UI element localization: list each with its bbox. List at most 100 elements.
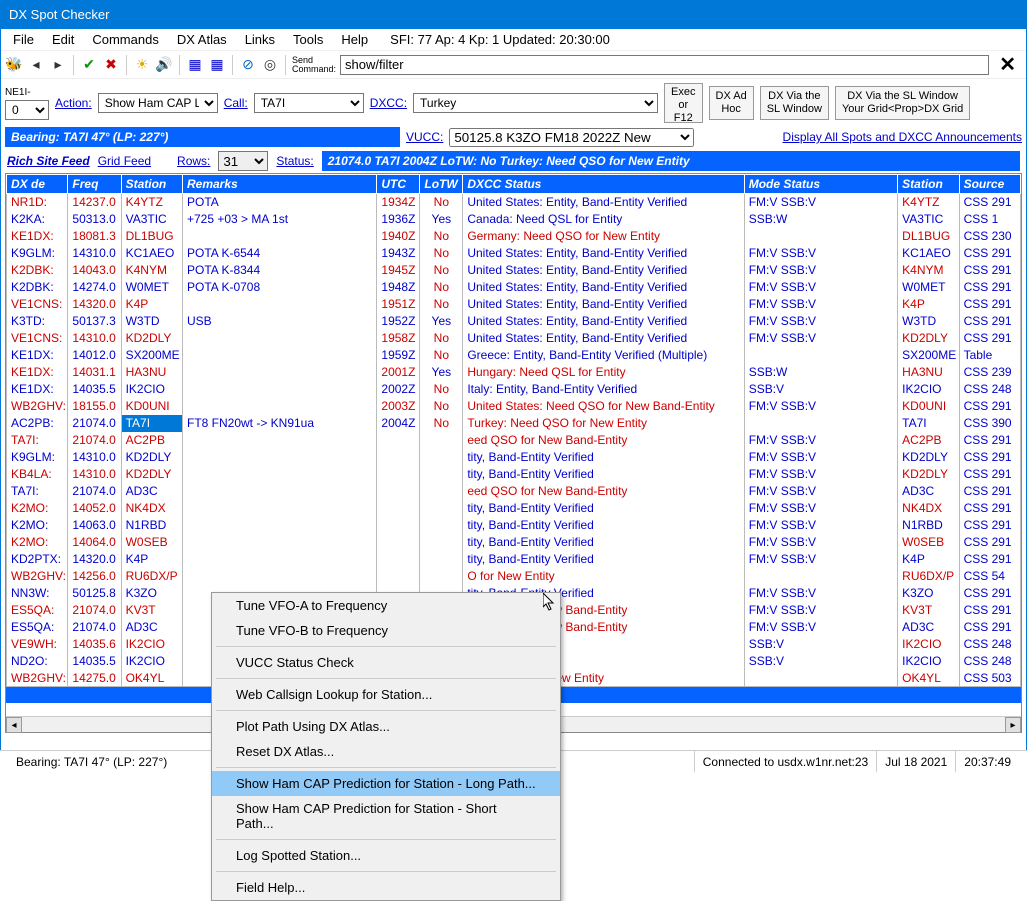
column-header[interactable]: Source <box>959 175 1020 194</box>
context-menu-item[interactable]: Web Callsign Lookup for Station... <box>212 682 560 707</box>
grid-container: DX deFreqStationRemarksUTCLoTWDXCC Statu… <box>5 173 1022 733</box>
dxcc-select[interactable]: Turkey <box>413 93 658 113</box>
vucc-label[interactable]: VUCC: <box>406 130 443 144</box>
table-row[interactable]: K2MO:14052.0NK4DXtity, Band-Entity Verif… <box>7 500 1021 517</box>
dx-via-sl-button[interactable]: DX Via the SL Window <box>760 86 829 120</box>
divider <box>179 55 180 75</box>
table-row[interactable]: K3TD:50137.3W3TDUSB1952ZYesUnited States… <box>7 313 1021 330</box>
context-menu-item[interactable]: Field Help... <box>212 875 560 900</box>
check-red-icon[interactable]: ✖ <box>102 56 120 74</box>
status-connected: Connected to usdx.w1nr.net:23 <box>694 751 876 772</box>
table-row[interactable]: KE1DX:14035.5IK2CIO2002ZNoItaly: Entity,… <box>7 381 1021 398</box>
grid1-icon[interactable]: ▦ <box>186 56 204 74</box>
table-row[interactable]: AC2PB:21074.0TA7IFT8 FN20wt -> KN91ua200… <box>7 415 1021 432</box>
grid-feed-link[interactable]: Grid Feed <box>98 154 151 168</box>
table-row[interactable]: KD2PTX:14320.0K4Ptity, Band-Entity Verif… <box>7 551 1021 568</box>
dx-ad-hoc-button[interactable]: DX Ad Hoc <box>709 86 754 120</box>
table-row[interactable]: NR1D:14237.0K4YTZPOTA1934ZNoUnited State… <box>7 194 1021 211</box>
menu-file[interactable]: File <box>5 32 42 47</box>
menu-separator <box>216 678 556 679</box>
context-menu-item[interactable]: Show Ham CAP Prediction for Station - Sh… <box>212 796 560 836</box>
table-row[interactable]: K9GLM:14310.0KC1AEOPOTA K-65441943ZNoUni… <box>7 245 1021 262</box>
speaker-icon[interactable]: 🔊 <box>155 56 173 74</box>
menu-dxatlas[interactable]: DX Atlas <box>169 32 235 47</box>
context-menu: Tune VFO-A to FrequencyTune VFO-B to Fre… <box>211 592 561 901</box>
command-input[interactable] <box>340 55 989 75</box>
sun-icon[interactable]: ☀ <box>133 56 151 74</box>
target-icon[interactable]: ◎ <box>261 56 279 74</box>
rows-label[interactable]: Rows: <box>177 154 210 168</box>
rich-site-feed-link[interactable]: Rich Site Feed <box>7 154 90 168</box>
menu-help[interactable]: Help <box>333 32 376 47</box>
table-row[interactable]: K2DBK:14043.0K4NYMPOTA K-83441945ZNoUnit… <box>7 262 1021 279</box>
send-command-label: Send Command: <box>292 56 336 74</box>
bee-icon[interactable]: 🐝 <box>5 56 23 74</box>
menu-links[interactable]: Links <box>237 32 283 47</box>
table-row[interactable]: K2KA:50313.0VA3TIC+725 +03 > MA 1st1936Z… <box>7 211 1021 228</box>
call-label[interactable]: Call: <box>224 96 248 110</box>
scroll-left-arrow[interactable]: ◂ <box>6 717 22 733</box>
dx-via-sl-grid-button[interactable]: DX Via the SL Window Your Grid<Prop>DX G… <box>835 86 970 120</box>
window-title: DX Spot Checker <box>1 1 1026 29</box>
status-date: Jul 18 2021 <box>876 751 955 772</box>
menu-edit[interactable]: Edit <box>44 32 82 47</box>
context-menu-item[interactable]: Tune VFO-B to Frequency <box>212 618 560 643</box>
menu-separator <box>216 767 556 768</box>
scroll-right-arrow[interactable]: ▸ <box>1005 717 1021 733</box>
vucc-select[interactable]: 50125.8 K3ZO FM18 2022Z New <box>449 128 694 147</box>
column-header[interactable]: DXCC Status <box>463 175 744 194</box>
divider <box>232 55 233 75</box>
table-row[interactable]: WB2GHV:14256.0RU6DX/PO for New EntityRU6… <box>7 568 1021 585</box>
table-row[interactable]: K2MO:14064.0W0SEBtity, Band-Entity Verif… <box>7 534 1021 551</box>
nav-right-icon[interactable]: ▸ <box>49 56 67 74</box>
grid2-icon[interactable]: ▦ <box>208 56 226 74</box>
table-row[interactable]: TA7I:21074.0AC2PBeed QSO for New Band-En… <box>7 432 1021 449</box>
table-row[interactable]: VE1CNS:14310.0KD2DLY1958ZNoUnited States… <box>7 330 1021 347</box>
menu-status: SFI: 77 Ap: 4 Kp: 1 Updated: 20:30:00 <box>390 32 610 47</box>
menu-tools[interactable]: Tools <box>285 32 331 47</box>
table-row[interactable]: WB2GHV:18155.0KD0UNI2003ZNoUnited States… <box>7 398 1021 415</box>
call-select[interactable]: TA7I <box>254 93 364 113</box>
table-row[interactable]: KE1DX:14012.0SX200ME1959ZNoGreece: Entit… <box>7 347 1021 364</box>
table-row[interactable]: KE1DX:14031.1HA3NU2001ZYesHungary: Need … <box>7 364 1021 381</box>
exec-button[interactable]: Exec or F12 <box>664 83 702 123</box>
globe-icon[interactable]: ⊘ <box>239 56 257 74</box>
table-row[interactable]: K2MO:14063.0N1RBDtity, Band-Entity Verif… <box>7 517 1021 534</box>
table-row[interactable]: K9GLM:14310.0KD2DLYtity, Band-Entity Ver… <box>7 449 1021 466</box>
display-all-link[interactable]: Display All Spots and DXCC Announcements <box>783 130 1022 144</box>
menu-commands[interactable]: Commands <box>84 32 166 47</box>
column-header[interactable]: Remarks <box>182 175 376 194</box>
nav-left-icon[interactable]: ◂ <box>27 56 45 74</box>
context-menu-item[interactable]: Reset DX Atlas... <box>212 739 560 764</box>
dxcc-label[interactable]: DXCC: <box>370 96 407 110</box>
ne1i-select[interactable]: 0 <box>5 100 49 120</box>
context-menu-item[interactable]: Show Ham CAP Prediction for Station - Lo… <box>212 771 560 796</box>
bearing-bar: Bearing: TA7I 47° (LP: 227°) <box>5 127 400 147</box>
context-menu-item[interactable]: Plot Path Using DX Atlas... <box>212 714 560 739</box>
action-label[interactable]: Action: <box>55 96 92 110</box>
column-header[interactable]: Station <box>898 175 959 194</box>
status-time: 20:37:49 <box>955 751 1019 772</box>
table-row[interactable]: VE1CNS:14320.0K4P1951ZNoUnited States: E… <box>7 296 1021 313</box>
context-menu-item[interactable]: Log Spotted Station... <box>212 843 560 868</box>
column-header[interactable]: Freq <box>68 175 121 194</box>
table-row[interactable]: KE1DX:18081.3DL1BUG1940ZNoGermany: Need … <box>7 228 1021 245</box>
action-select[interactable]: Show Ham CAP LP <box>98 93 218 113</box>
table-row[interactable]: TA7I:21074.0AD3Ceed QSO for New Band-Ent… <box>7 483 1021 500</box>
column-header[interactable]: UTC <box>377 175 420 194</box>
column-header[interactable]: DX de <box>7 175 68 194</box>
column-header[interactable]: LoTW <box>420 175 463 194</box>
status-label[interactable]: Status: <box>276 154 313 168</box>
column-header[interactable]: Station <box>121 175 182 194</box>
menu-separator <box>216 871 556 872</box>
table-row[interactable]: K2DBK:14274.0W0METPOTA K-07081948ZNoUnit… <box>7 279 1021 296</box>
check-green-icon[interactable]: ✔ <box>80 56 98 74</box>
divider <box>126 55 127 75</box>
divider <box>285 55 286 75</box>
table-row[interactable]: KB4LA:14310.0KD2DLYtity, Band-Entity Ver… <box>7 466 1021 483</box>
rows-select[interactable]: 31 <box>218 151 268 171</box>
context-menu-item[interactable]: Tune VFO-A to Frequency <box>212 593 560 618</box>
close-x-icon[interactable]: ✕ <box>993 52 1022 77</box>
column-header[interactable]: Mode Status <box>744 175 897 194</box>
context-menu-item[interactable]: VUCC Status Check <box>212 650 560 675</box>
